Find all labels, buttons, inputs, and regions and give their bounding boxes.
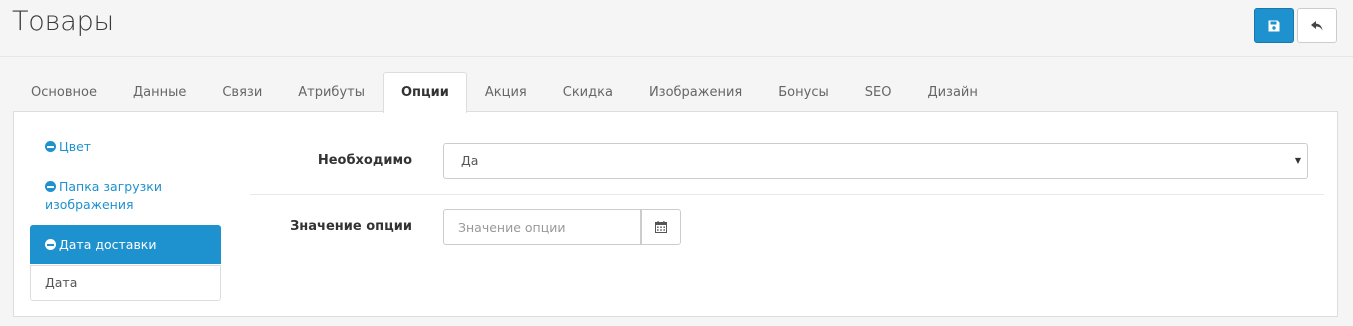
tab-design[interactable]: Дизайн [909,72,995,112]
tab-special[interactable]: Акция [467,72,545,112]
option-item-label: Дата доставки [59,237,157,252]
tab-reward[interactable]: Бонусы [760,72,846,112]
option-item-delivery-date[interactable]: Дата доставки [30,225,221,264]
save-icon [1268,20,1280,31]
save-button[interactable] [1254,8,1294,43]
option-item-label: Папка загрузки изображения [45,179,162,212]
tab-general[interactable]: Основное [13,72,115,112]
option-item-color[interactable]: Цвет [45,138,91,156]
option-value-label: Значение опции [290,219,412,234]
tab-data[interactable]: Данные [115,72,204,112]
option-sub-item[interactable]: Дата [30,265,221,301]
caret-down-icon: ▼ [1294,156,1301,165]
tab-options[interactable]: Опции [382,72,467,113]
page-header: Товары [0,0,1353,57]
page-title: Товары [12,6,114,37]
back-button[interactable] [1297,8,1337,43]
tab-images[interactable]: Изображения [631,72,760,112]
tab-attributes[interactable]: Атрибуты [280,72,383,112]
option-item-label: Цвет [59,139,92,154]
tab-bar: Основное Данные Связи Атрибуты Опции Акц… [13,72,1338,113]
form-divider [250,194,1324,195]
reply-icon [1311,20,1323,30]
required-select[interactable]: Да ▼ [443,143,1308,179]
required-label: Необходимо [317,153,412,168]
option-item-image-upload[interactable]: Папка загрузки изображения [45,178,215,214]
tab-seo[interactable]: SEO [847,72,910,112]
options-panel: Цвет Папка загрузки изображения Дата дос… [13,111,1338,317]
tab-discount[interactable]: Скидка [545,72,631,112]
minus-circle-icon[interactable] [45,141,56,152]
calendar-button[interactable] [641,209,681,245]
minus-circle-icon[interactable] [45,181,56,192]
tab-links[interactable]: Связи [204,72,280,112]
required-select-value: Да [461,153,479,168]
option-value-input[interactable] [443,209,641,245]
calendar-icon [655,221,667,233]
minus-circle-icon[interactable] [45,239,56,250]
